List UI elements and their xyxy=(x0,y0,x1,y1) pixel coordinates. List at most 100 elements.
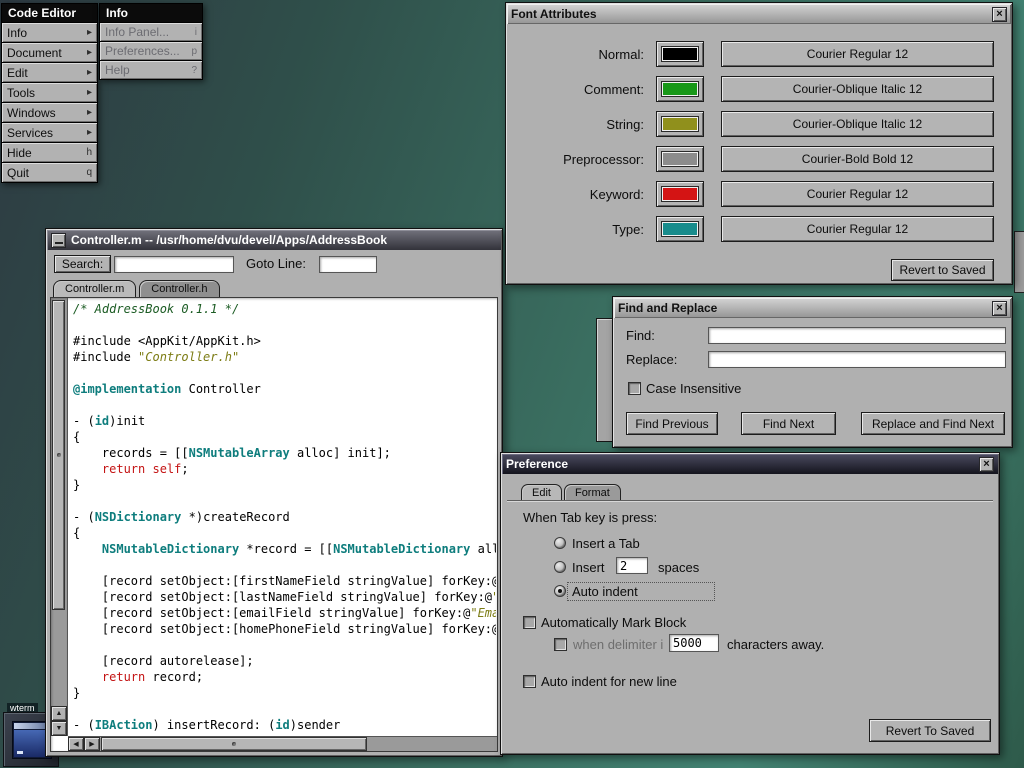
font-button-string[interactable]: Courier-Oblique Italic 12 xyxy=(721,111,994,137)
code-token: [record setObject:[homePhoneField string… xyxy=(73,622,496,636)
code-token: IBAction xyxy=(95,718,153,732)
auto-indent-newline-label: Auto indent for new line xyxy=(541,674,677,689)
code-token: return xyxy=(102,670,145,684)
app-menu: Code Editor Info▸Document▸Edit▸Tools▸Win… xyxy=(1,3,98,183)
find-input[interactable] xyxy=(708,327,1006,344)
menu-item-quit[interactable]: Quitq xyxy=(1,163,98,183)
menu-item-info-panel[interactable]: Info Panel...i xyxy=(99,23,203,42)
color-swatch xyxy=(662,117,698,131)
case-insensitive-checkbox[interactable] xyxy=(628,382,641,395)
miniaturize-button[interactable] xyxy=(51,233,66,248)
revert-to-saved-button[interactable]: Revert To Saved xyxy=(869,719,991,742)
code-token: - ( xyxy=(73,718,95,732)
font-button-preprocessor[interactable]: Courier-Bold Bold 12 xyxy=(721,146,994,172)
spaces-count-input[interactable] xyxy=(616,557,648,574)
editor-tab-bar: Controller.mController.h xyxy=(53,280,220,297)
font-button-keyword[interactable]: Courier Regular 12 xyxy=(721,181,994,207)
goto-line-input[interactable] xyxy=(319,256,377,273)
delimiter-distance-input[interactable] xyxy=(669,634,719,652)
menu-item-info[interactable]: Info▸ xyxy=(1,23,98,43)
obscured-window-fragment[interactable] xyxy=(596,318,613,442)
find-label: Find: xyxy=(626,328,655,343)
code-line: /* AddressBook 0.1.1 */ xyxy=(73,301,496,317)
code-token xyxy=(73,670,102,684)
code-line xyxy=(73,493,496,509)
auto-indent-newline-checkbox[interactable] xyxy=(523,675,536,688)
insert-tab-radio[interactable] xyxy=(554,537,566,549)
find-previous-button[interactable]: Find Previous xyxy=(626,412,718,435)
delimiter-checkbox[interactable] xyxy=(554,638,567,651)
vertical-scrollbar[interactable]: ▲ ▼ xyxy=(51,298,68,736)
close-icon[interactable]: × xyxy=(979,457,994,472)
code-token: id xyxy=(95,414,109,428)
vertical-scrollbar-knob[interactable] xyxy=(52,300,65,610)
font-button-type[interactable]: Courier Regular 12 xyxy=(721,216,994,242)
code-line xyxy=(73,701,496,717)
search-input[interactable] xyxy=(114,256,234,273)
menu-item-services[interactable]: Services▸ xyxy=(1,123,98,143)
scroll-up-icon[interactable]: ▲ xyxy=(51,706,67,721)
color-well-type[interactable] xyxy=(656,216,704,242)
obscured-scrollbar-fragment[interactable] xyxy=(1014,231,1024,293)
auto-mark-block-checkbox[interactable] xyxy=(523,616,536,629)
menu-item-document[interactable]: Document▸ xyxy=(1,43,98,63)
submenu-arrow-icon: ▸ xyxy=(87,67,92,78)
color-well-comment[interactable] xyxy=(656,76,704,102)
menu-item-edit[interactable]: Edit▸ xyxy=(1,63,98,83)
code-token: } xyxy=(73,478,80,492)
horizontal-scrollbar-knob[interactable] xyxy=(101,737,367,751)
scroll-left-icon[interactable]: ◀ xyxy=(68,737,84,751)
app-menu-title[interactable]: Code Editor xyxy=(1,3,98,23)
color-swatch xyxy=(662,222,698,236)
find-replace-titlebar[interactable]: Find and Replace × xyxy=(614,298,1011,318)
code-line: - (NSDictionary *)createRecord xyxy=(73,509,496,525)
editor-tab-controller-m[interactable]: Controller.m xyxy=(53,280,136,297)
code-token: ; xyxy=(181,462,188,476)
color-swatch xyxy=(662,152,698,166)
insert-spaces-radio[interactable] xyxy=(554,561,566,573)
color-well-normal[interactable] xyxy=(656,41,704,67)
search-button[interactable]: Search: xyxy=(54,255,111,273)
color-well-keyword[interactable] xyxy=(656,181,704,207)
find-next-button[interactable]: Find Next xyxy=(741,412,836,435)
close-icon[interactable]: × xyxy=(992,7,1007,22)
color-well-preprocessor[interactable] xyxy=(656,146,704,172)
replace-input[interactable] xyxy=(708,351,1006,368)
editor-titlebar[interactable]: Controller.m -- /usr/home/dvu/devel/Apps… xyxy=(47,230,501,250)
preference-titlebar[interactable]: Preference × xyxy=(502,454,998,474)
scroll-down-icon[interactable]: ▼ xyxy=(51,721,67,736)
menu-item-help[interactable]: Help? xyxy=(99,61,203,80)
code-token: NSMutableDictionary xyxy=(102,542,239,556)
menu-item-preferences[interactable]: Preferences...p xyxy=(99,42,203,61)
horizontal-scrollbar[interactable]: ◀ ▶ xyxy=(68,736,497,751)
editor-tab-controller-h[interactable]: Controller.h xyxy=(139,280,219,297)
code-token: records = [[ xyxy=(73,446,189,460)
revert-to-saved-button[interactable]: Revert to Saved xyxy=(891,259,994,281)
menu-key-label: h xyxy=(86,147,92,158)
pref-tab-format[interactable]: Format xyxy=(564,484,621,501)
code-token: record; xyxy=(145,670,203,684)
code-line: records = [[NSMutableArray alloc] init]; xyxy=(73,445,496,461)
info-submenu-title[interactable]: Info xyxy=(99,3,203,23)
pref-tab-edit[interactable]: Edit xyxy=(521,484,562,501)
font-button-normal[interactable]: Courier Regular 12 xyxy=(721,41,994,67)
code-area[interactable]: ▲ ▼ ◀ ▶ /* AddressBook 0.1.1 */ #include… xyxy=(50,297,498,752)
menu-item-windows[interactable]: Windows▸ xyxy=(1,103,98,123)
tab-key-section-label: When Tab key is press: xyxy=(523,510,657,525)
scroll-right-icon[interactable]: ▶ xyxy=(84,737,100,751)
menu-item-label: Services xyxy=(7,126,53,140)
font-button-comment[interactable]: Courier-Oblique Italic 12 xyxy=(721,76,994,102)
menu-item-hide[interactable]: Hideh xyxy=(1,143,98,163)
font-attributes-titlebar[interactable]: Font Attributes × xyxy=(507,4,1011,24)
color-well-string[interactable] xyxy=(656,111,704,137)
code-token: #include xyxy=(73,350,138,364)
spaces-suffix-label: spaces xyxy=(658,560,699,575)
code-text[interactable]: /* AddressBook 0.1.1 */ #include <AppKit… xyxy=(73,301,496,735)
code-token: )init xyxy=(109,414,145,428)
font-attributes-window: Font Attributes × Normal:Courier Regular… xyxy=(505,2,1013,285)
close-icon[interactable]: × xyxy=(992,301,1007,316)
menu-item-tools[interactable]: Tools▸ xyxy=(1,83,98,103)
auto-indent-radio[interactable] xyxy=(554,585,566,597)
code-token: [record setObject:[lastNameField stringV… xyxy=(73,590,492,604)
replace-and-find-next-button[interactable]: Replace and Find Next xyxy=(861,412,1005,435)
